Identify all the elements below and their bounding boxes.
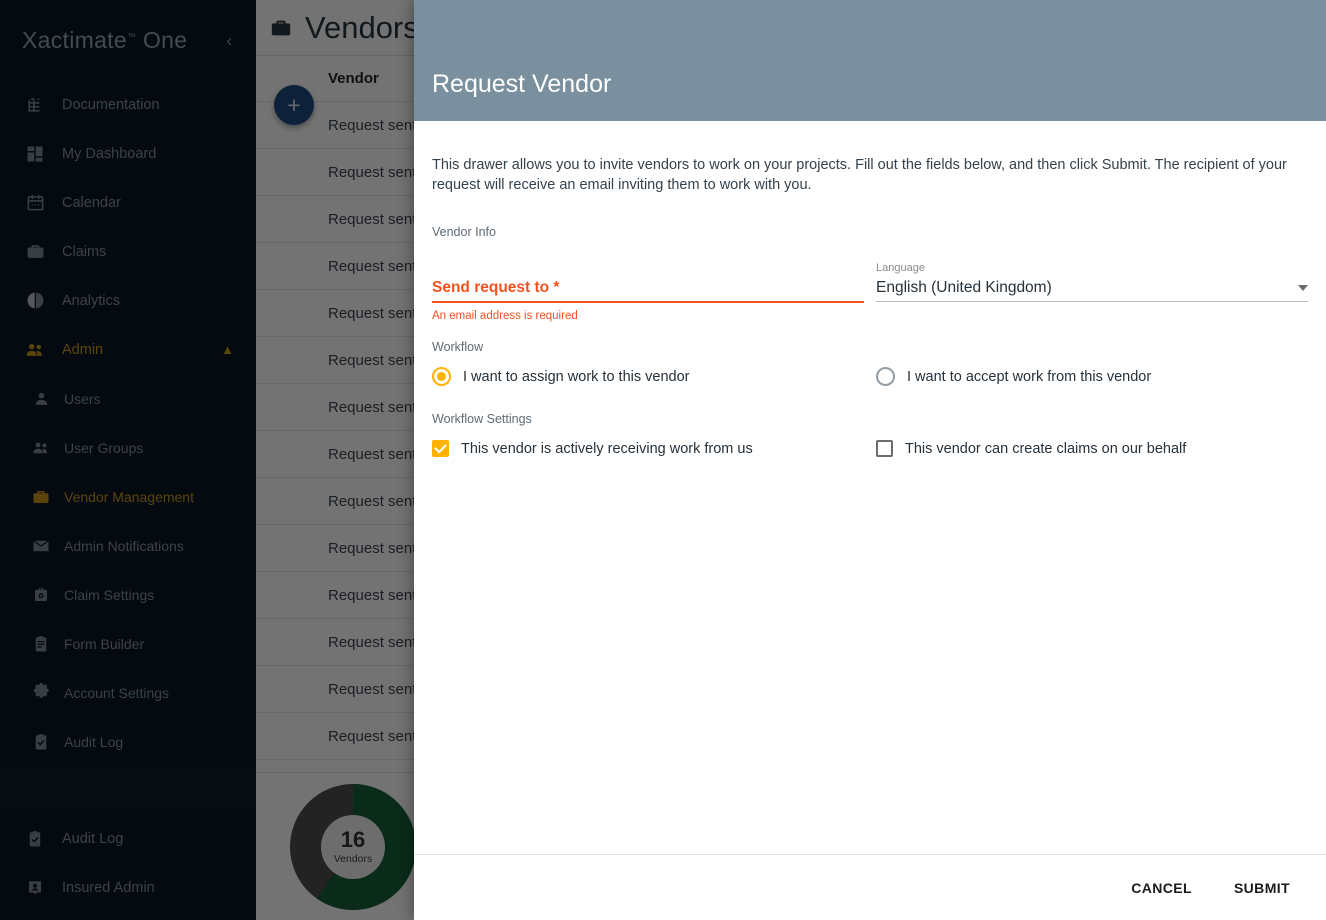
language-select[interactable]: Language English (United Kingdom) [876,245,1308,302]
language-label: Language [876,262,925,274]
send-request-to-input[interactable]: Send request to * [432,275,864,301]
drawer-title: Request Vendor [432,70,612,98]
radio-accept-work[interactable]: I want to accept work from this vendor [876,360,1308,394]
radio-assign-work[interactable]: I want to assign work to this vendor [432,360,864,394]
drawer-header: Request Vendor [414,0,1326,121]
field-underline [876,301,1308,302]
language-field-col: Language English (United Kingdom) [876,245,1308,322]
chevron-down-icon[interactable] [1298,285,1308,291]
request-vendor-drawer: Request Vendor This drawer allows you to… [414,0,1326,920]
drawer-body: This drawer allows you to invite vendors… [414,121,1326,854]
cancel-button[interactable]: CANCEL [1117,870,1206,906]
workflow-section: Workflow I want to assign work to this v… [432,340,1308,394]
email-error-message: An email address is required [432,309,578,322]
submit-button[interactable]: SUBMIT [1220,870,1304,906]
radio-accept-work-label: I want to accept work from this vendor [907,368,1152,385]
send-request-to-field[interactable]: Send request to * Send request to * [432,245,864,303]
vendor-info-label: Vendor Info [432,225,496,239]
language-selected-option: English (United Kingdom) [876,279,1052,296]
radio-assign-work-label: I want to assign work to this vendor [463,368,690,385]
vendor-info-section: Vendor Info Send request to * Send reque… [432,225,1308,322]
workflow-settings-checkbox-group: This vendor is actively receiving work f… [432,432,1308,466]
checkbox-actively-receiving-work[interactable]: This vendor is actively receiving work f… [432,432,864,466]
checkbox-actively-receiving-work-label: This vendor is actively receiving work f… [461,440,753,457]
drawer-intro-text: This drawer allows you to invite vendors… [432,157,1287,193]
checkbox-create-claims[interactable]: This vendor can create claims on our beh… [876,432,1308,466]
drawer-footer: CANCEL SUBMIT [414,854,1326,920]
checkbox-unchecked-icon[interactable] [876,440,893,457]
workflow-settings-label: Workflow Settings [432,411,532,426]
workflow-settings-section: Workflow Settings This vendor is activel… [432,412,1308,466]
radio-selected-icon[interactable] [432,367,451,386]
workflow-label: Workflow [432,339,484,354]
checkbox-create-claims-label: This vendor can create claims on our beh… [905,440,1187,457]
app-root: Xactimate™ One ‹ Documentation My Dashbo… [0,0,1326,920]
email-field-col: Send request to * Send request to * An e… [432,245,864,322]
radio-unselected-icon[interactable] [876,367,895,386]
checkbox-checked-icon[interactable] [432,440,449,457]
field-underline [432,301,864,303]
workflow-radio-group: I want to assign work to this vendor I w… [432,360,1308,394]
language-value: English (United Kingdom) [876,275,1308,301]
